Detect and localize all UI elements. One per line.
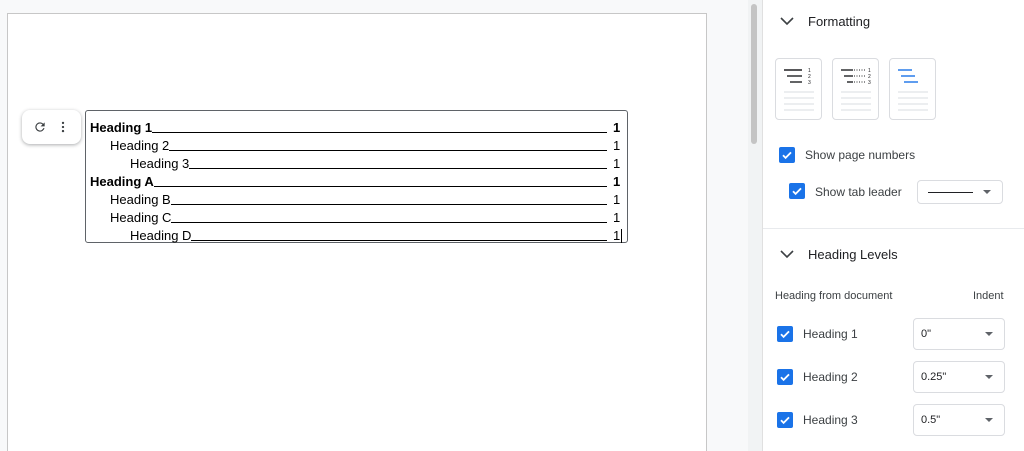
toc-entry[interactable]: Heading A 1 xyxy=(86,171,627,189)
heading-2-label[interactable]: Heading 2 xyxy=(803,370,858,384)
formatting-section-header[interactable]: Formatting xyxy=(763,11,870,31)
toc-entry[interactable]: Heading B 1 xyxy=(86,189,627,207)
toc-page-number-value: 1 xyxy=(613,228,621,243)
heading-3-checkbox[interactable] xyxy=(777,412,793,428)
document-scrollbar-thumb[interactable] xyxy=(751,4,757,144)
heading-1-indent-dropdown[interactable]: 0" xyxy=(913,318,1005,350)
toc-entry-text[interactable]: Heading 2 xyxy=(110,138,169,153)
tab-leader xyxy=(169,150,607,151)
heading-1-checkbox[interactable] xyxy=(777,326,793,342)
check-icon xyxy=(792,187,802,196)
heading-3-label[interactable]: Heading 3 xyxy=(803,413,858,427)
toc-page-number: 1 xyxy=(613,174,621,189)
toc-entry-text[interactable]: Heading A xyxy=(90,174,154,189)
heading-3-indent-value: 0.5" xyxy=(921,414,941,426)
toc-options-panel: Formatting 123 123 Show page numbers Sho… xyxy=(762,0,1024,451)
show-page-numbers-label[interactable]: Show page numbers xyxy=(805,148,915,162)
toc-style-links[interactable] xyxy=(889,58,936,120)
toc-page-number: 1 xyxy=(613,228,623,243)
formatting-title: Formatting xyxy=(808,13,871,29)
toc-entry-text[interactable]: Heading C xyxy=(110,210,171,225)
toc-page-number: 1 xyxy=(613,210,621,225)
heading-1-indent-value: 0" xyxy=(921,328,932,340)
chevron-down-icon[interactable] xyxy=(777,244,797,264)
tab-leader xyxy=(170,204,607,205)
toc-style-page-numbers[interactable]: 123 xyxy=(775,58,822,120)
dropdown-arrow-icon xyxy=(985,418,993,422)
chevron-down-icon[interactable] xyxy=(777,11,797,31)
tab-leader xyxy=(189,168,607,169)
more-vert-icon[interactable] xyxy=(53,117,73,137)
check-icon xyxy=(780,373,790,382)
solid-line-swatch xyxy=(928,191,973,193)
show-tab-leader-label[interactable]: Show tab leader xyxy=(815,185,902,199)
document-canvas: Heading 1 1 Heading 2 1 Heading 3 1 Heading… xyxy=(0,0,760,451)
heading-3-indent-dropdown[interactable]: 0.5" xyxy=(913,404,1005,436)
tab-leader-style-dropdown[interactable] xyxy=(917,180,1003,204)
toc-entry-text[interactable]: Heading 3 xyxy=(130,156,189,171)
toc-entry[interactable]: Heading 3 1 xyxy=(86,153,627,171)
svg-text:3: 3 xyxy=(808,80,811,86)
toc-page-number: 1 xyxy=(613,138,621,153)
heading-levels-section-header[interactable]: Heading Levels xyxy=(763,244,898,264)
toc-entry[interactable]: Heading 2 1 xyxy=(86,135,627,153)
toc-entry[interactable]: Heading D 1 xyxy=(86,225,627,243)
toc-page-number: 1 xyxy=(613,156,621,171)
show-tab-leader-checkbox[interactable] xyxy=(789,183,805,199)
show-page-numbers-checkbox[interactable] xyxy=(779,147,795,163)
check-icon xyxy=(782,151,792,160)
section-divider xyxy=(763,228,1024,229)
tab-leader xyxy=(153,186,607,187)
heading-2-indent-dropdown[interactable]: 0.25" xyxy=(913,361,1005,393)
svg-text:3: 3 xyxy=(868,80,871,86)
check-icon xyxy=(780,416,790,425)
toc-page-number: 1 xyxy=(613,192,621,207)
check-icon xyxy=(780,330,790,339)
indent-column-label: Indent xyxy=(973,290,1004,302)
toc-entry-text[interactable]: Heading 1 xyxy=(90,120,152,135)
heading-1-label[interactable]: Heading 1 xyxy=(803,327,858,341)
toc-entry-text[interactable]: Heading B xyxy=(110,192,171,207)
dropdown-arrow-icon xyxy=(985,375,993,379)
toc-style-dotted[interactable]: 123 xyxy=(832,58,879,120)
heading-levels-title: Heading Levels xyxy=(808,246,898,262)
heading-2-indent-value: 0.25" xyxy=(921,371,947,383)
dropdown-arrow-icon xyxy=(983,190,991,194)
toc-toolbar xyxy=(22,110,81,144)
refresh-icon[interactable] xyxy=(30,117,50,137)
tab-leader xyxy=(152,132,607,133)
dropdown-arrow-icon xyxy=(985,332,993,336)
heading-source-column-label: Heading from document xyxy=(775,290,893,302)
text-cursor xyxy=(621,229,623,243)
toc-page-number: 1 xyxy=(613,120,621,135)
toc-entry[interactable]: Heading C 1 xyxy=(86,207,627,225)
tab-leader xyxy=(191,240,607,241)
toc-entry[interactable]: Heading 1 1 xyxy=(86,117,627,135)
tab-leader xyxy=(171,222,607,223)
heading-2-checkbox[interactable] xyxy=(777,369,793,385)
toc-entry-text[interactable]: Heading D xyxy=(130,228,191,243)
table-of-contents[interactable]: Heading 1 1 Heading 2 1 Heading 3 1 Heading… xyxy=(85,110,628,243)
